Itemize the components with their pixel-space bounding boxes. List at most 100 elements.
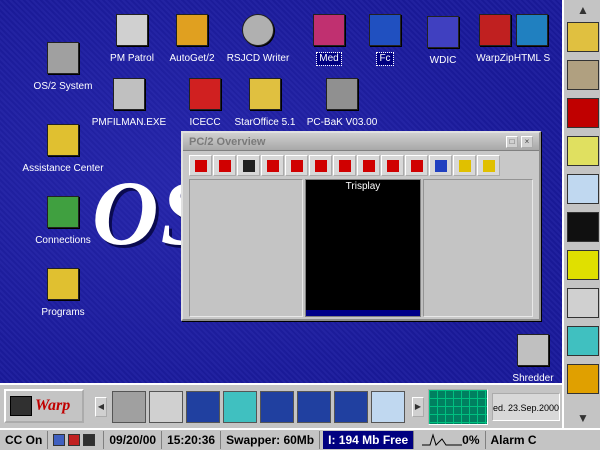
move-cross-icon <box>218 159 231 172</box>
smiley-icon[interactable] <box>567 250 599 280</box>
lightbulb-icon <box>482 159 495 172</box>
arrow-southwest-icon <box>362 159 375 172</box>
ice-icon[interactable] <box>567 174 599 204</box>
move-down-icon <box>290 159 303 172</box>
desktop-icon-label: AutoGet/2 <box>169 53 215 64</box>
ice-launch-icon[interactable] <box>371 391 405 423</box>
toolbar-button-arrow-northeast[interactable] <box>333 155 356 176</box>
session-bar <box>306 310 420 316</box>
desktop-icon-label: ICECC <box>189 117 221 128</box>
desktop-icon-assistance-center[interactable]: Assistance Center <box>18 124 108 176</box>
html-icon <box>516 14 548 46</box>
dock-scroll-up-button[interactable]: ▲ <box>568 2 598 18</box>
ctrl-alt-del-icon[interactable] <box>567 288 599 318</box>
window-titlebar[interactable]: PC/2 Overview □ × <box>183 133 539 151</box>
warp-logo-icon <box>10 396 32 416</box>
file-commander-icon <box>369 14 401 46</box>
toolbar-button-skull-kill[interactable] <box>309 155 332 176</box>
pc2-overview-window[interactable]: PC/2 Overview □ × Trisplay <box>181 131 541 321</box>
window-toolbar <box>183 151 539 178</box>
desktop-icon-label: StarOffice 5.1 <box>234 117 296 128</box>
folder-icon <box>47 124 79 156</box>
connections-icon <box>47 196 79 228</box>
skull-kill-icon <box>314 159 327 172</box>
session-trisplay[interactable]: Trisplay <box>305 179 421 317</box>
desktop-icon-connections[interactable]: Connections <box>18 196 108 248</box>
warp-label: Warp <box>35 397 71 414</box>
folder-dock-icon[interactable] <box>567 22 599 52</box>
black-cat-icon[interactable] <box>567 212 599 242</box>
toolbar-button-arrow-right-yellow[interactable] <box>453 155 476 176</box>
launchpad-bar: Warp ◀ ▶ ed. 23.Sep.2000 <box>0 383 562 428</box>
virtual-desktop-left[interactable] <box>189 179 303 317</box>
window-arrows-icon[interactable] <box>223 391 257 423</box>
toolbar-button-maximize-corners[interactable] <box>237 155 260 176</box>
desktop-icon-html[interactable]: HTML S <box>502 14 562 66</box>
help-question-icon[interactable] <box>149 391 183 423</box>
status-free-space: I: 194 Mb Free <box>323 431 415 449</box>
file-cabinet-icon <box>113 78 145 110</box>
virtual-desktop-right[interactable] <box>423 179 533 317</box>
desktop-icon-pcbak[interactable]: PC-BaK V03.00 <box>297 78 387 130</box>
folder-icon <box>176 14 208 46</box>
os2-fullscreen-icon[interactable] <box>297 391 331 423</box>
toolbar-button-move-down[interactable] <box>285 155 308 176</box>
maximize-corners-icon <box>242 159 255 172</box>
desktop-icon-label: Assistance Center <box>22 163 104 174</box>
printer-icon <box>83 434 96 446</box>
toolbar-button-move-up[interactable] <box>261 155 284 176</box>
window-body: Trisplay <box>189 179 533 317</box>
dock-scroll-down-button[interactable]: ▼ <box>568 410 598 426</box>
status-cpu: 0% <box>417 431 486 449</box>
icecc-icon <box>189 78 221 110</box>
exit-arrow-icon <box>194 159 207 172</box>
dos-window-icon[interactable] <box>334 391 368 423</box>
launchpad-scroll-right-button[interactable]: ▶ <box>412 397 424 417</box>
toolbar-button-lightbulb[interactable] <box>477 155 500 176</box>
toolbar-button-move-cross[interactable] <box>213 155 236 176</box>
folder-icon <box>47 268 79 300</box>
notes-icon[interactable] <box>567 136 599 166</box>
launchpad-scroll-left-button[interactable]: ◀ <box>95 397 107 417</box>
os2-window-icon[interactable] <box>260 391 294 423</box>
arrow-right-yellow-icon <box>458 159 471 172</box>
toolbar-button-close-x[interactable] <box>381 155 404 176</box>
status-cc: CC On <box>0 431 49 449</box>
toolbar-button-arrow-southwest[interactable] <box>357 155 380 176</box>
status-icons <box>48 431 105 449</box>
status-date: 09/20/00 <box>104 431 163 449</box>
desktop-icon-programs[interactable]: Programs <box>18 268 108 320</box>
bookmark-b-icon[interactable] <box>567 98 599 128</box>
desk-drive-icon[interactable] <box>112 391 146 423</box>
backup-icon <box>326 78 358 110</box>
window-title: PC/2 Overview <box>189 135 266 148</box>
cpu-wave-icon <box>422 433 463 446</box>
desktop-icon-label: Med <box>316 52 342 66</box>
arrow-northeast-icon <box>338 159 351 172</box>
warp-button[interactable]: Warp <box>4 389 84 423</box>
close-button[interactable]: × <box>521 135 533 148</box>
status-alarm: Alarm C <box>490 433 537 447</box>
toolbar-button-record-dot[interactable] <box>405 155 428 176</box>
edit-page-icon <box>434 159 447 172</box>
window-list-icon[interactable] <box>567 326 599 356</box>
session-title: Trisplay <box>345 181 381 192</box>
right-dock: ▲ ▼ <box>562 0 600 428</box>
status-time: 15:20:36 <box>162 431 222 449</box>
desktop-icon-label: Connections <box>35 235 91 246</box>
status-swapper: Swapper: 60Mb <box>221 431 321 449</box>
toolbar-button-exit-arrow[interactable] <box>189 155 212 176</box>
launchpad-date: ed. 23.Sep.2000 <box>492 393 560 421</box>
close-x-icon <box>386 159 399 172</box>
toolbar-button-edit-page[interactable] <box>429 155 452 176</box>
desktop-icon-label: HTML S <box>513 53 551 64</box>
minimize-button[interactable]: □ <box>506 135 518 148</box>
desktop-icon-label: Programs <box>41 307 85 318</box>
status-bar: CC On 09/20/00 15:20:36 Swapper: 60Mb I:… <box>0 428 600 450</box>
person-reading-icon[interactable] <box>567 60 599 90</box>
desktop-icon-label: RSJCD Writer <box>226 53 290 64</box>
shredder-icon <box>517 334 549 366</box>
computer-icon <box>47 42 79 74</box>
paint-icon[interactable] <box>567 364 599 394</box>
dos-prompt-icon[interactable] <box>186 391 220 423</box>
